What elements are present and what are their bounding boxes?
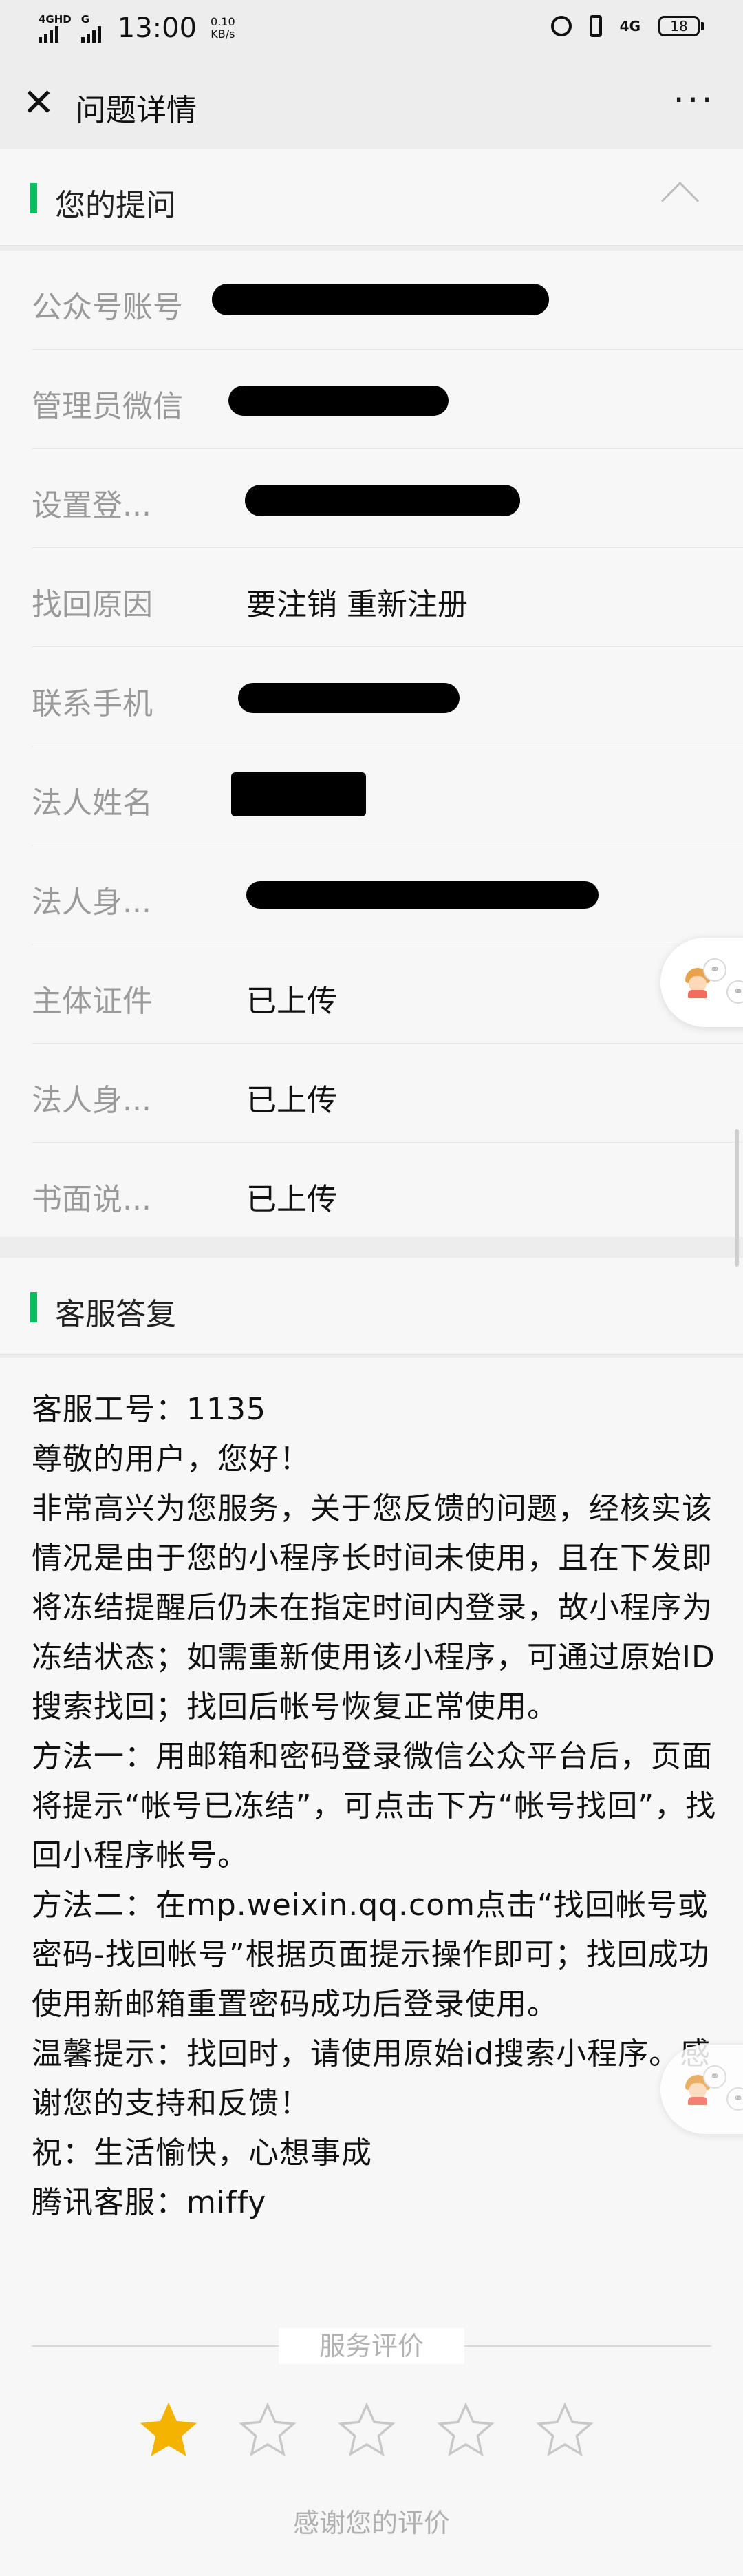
field-label: 主体证件 [32, 984, 153, 1019]
more-icon[interactable]: ··· [673, 81, 715, 120]
field-row: 找回原因 要注销 重新注册 [32, 548, 743, 647]
redacted-value [246, 881, 599, 909]
close-icon[interactable]: ✕ [19, 84, 58, 123]
network-speed: 0.10 KB/s [211, 15, 235, 41]
scrollbar-thumb[interactable] [735, 1129, 739, 1267]
question-fields: 公众号账号 管理员微信 设置登... 找回原因 要注销 重新注册 联系手机 法人… [0, 251, 743, 1241]
alarm-icon [550, 16, 572, 36]
link-icon: ⚭ [703, 958, 726, 982]
field-label: 管理员微信 [32, 389, 183, 424]
redacted-value [245, 485, 520, 516]
star-icon-3[interactable] [336, 2400, 398, 2462]
customer-service-float-button[interactable]: ⚭ ⚭ [660, 938, 743, 1027]
field-row: 公众号账号 [32, 251, 743, 350]
field-label: 法人姓名 [32, 785, 153, 821]
star-icon-1[interactable] [138, 2400, 200, 2462]
network-type-label: 4GHD [39, 13, 72, 25]
field-row: 设置登... [32, 449, 743, 548]
reply-section-title: 客服答复 [55, 1297, 176, 1332]
status-bar: 4GHD G 13:00 0.10 KB/s 4G 18 [0, 0, 743, 61]
question-section-header[interactable]: 您的提问 [0, 149, 743, 246]
star-icon-2[interactable] [237, 2400, 299, 2462]
field-label: 公众号账号 [32, 290, 183, 325]
chevron-up-icon[interactable] [660, 181, 700, 220]
section-accent-bar [30, 183, 37, 213]
battery-level: 18 [658, 16, 700, 36]
clock: 13:00 [117, 12, 197, 44]
field-row: 法人姓名 [32, 746, 743, 845]
field-label: 找回原因 [32, 587, 153, 622]
field-row: 书面说... 已上传 [32, 1143, 743, 1241]
signal-icon: 4GHD [39, 14, 72, 43]
rating-thanks: 感谢您的评价 [292, 2508, 450, 2538]
link-icon: ⚭ [726, 980, 743, 1004]
battery-icon: 18 [658, 16, 704, 36]
section-divider [0, 1237, 743, 1258]
question-section-title: 您的提问 [55, 188, 176, 223]
rating-label: 服务评价 [279, 2328, 464, 2364]
field-label: 联系手机 [32, 686, 153, 721]
signal-icon-2: G [80, 13, 101, 43]
reply-body: 客服工号：1135 尊敬的用户，您好！ 非常高兴为您服务，关于您反馈的问题，经核… [0, 1358, 743, 2576]
field-label: 法人身... [32, 1083, 151, 1118]
redacted-value [228, 386, 449, 416]
page-title: 问题详情 [76, 93, 197, 128]
star-icon-4[interactable] [435, 2400, 497, 2462]
star-icon-5[interactable] [534, 2400, 596, 2462]
reply-text: 客服工号：1135 尊敬的用户，您好！ 非常高兴为您服务，关于您反馈的问题，经核… [32, 1392, 717, 2220]
field-label: 书面说... [32, 1182, 151, 1217]
field-label: 法人身... [32, 885, 151, 920]
field-row: 主体证件 已上传 [32, 944, 743, 1044]
nav-bar: ✕ 问题详情 ··· [0, 61, 743, 146]
reply-section-header: 客服答复 [0, 1258, 743, 1355]
customer-service-float-button[interactable]: ⚭ ⚭ [660, 2045, 743, 2134]
network-type-label-2: G [80, 13, 90, 25]
field-row: 法人身... 已上传 [32, 1044, 743, 1143]
redacted-value [231, 772, 366, 816]
network-4g-label: 4G [619, 18, 640, 34]
field-value: 已上传 [246, 1083, 337, 1118]
link-icon: ⚭ [703, 2065, 726, 2089]
redacted-value [212, 284, 549, 315]
field-value: 已上传 [246, 984, 337, 1019]
section-accent-bar [30, 1292, 37, 1322]
link-icon: ⚭ [726, 2087, 743, 2111]
field-row: 法人身... [32, 845, 743, 944]
field-row: 管理员微信 [32, 350, 743, 449]
field-value: 要注销 重新注册 [246, 587, 468, 622]
field-label: 设置登... [32, 488, 151, 523]
redacted-value [238, 683, 460, 713]
field-value: 已上传 [246, 1182, 337, 1217]
field-row: 联系手机 [32, 647, 743, 746]
vibrate-icon [589, 15, 602, 37]
